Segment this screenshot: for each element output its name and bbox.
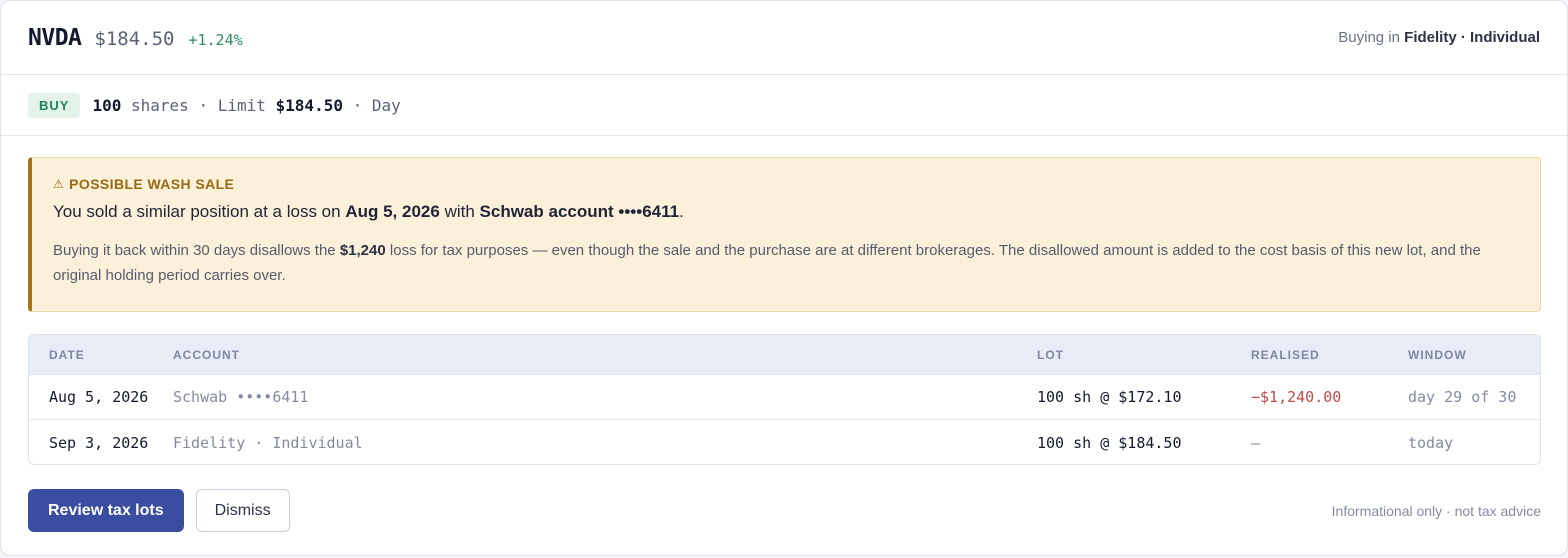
cell-date: Aug 5, 2026 xyxy=(49,388,149,406)
col-header-date: DATE xyxy=(49,347,85,362)
separator: · xyxy=(352,95,363,115)
col-header-window: WINDOW xyxy=(1408,347,1467,362)
col-header-account: ACCOUNT xyxy=(173,347,240,362)
price-change: +1.24% xyxy=(188,30,243,49)
warning-main-suffix: . xyxy=(679,202,684,221)
action-footer: Review tax lots Dismiss Informational on… xyxy=(28,489,1541,532)
table-header: DATE ACCOUNT LOT REALISED WINDOW xyxy=(29,335,1540,375)
table-row: Aug 5, 2026 Schwab ••••6411 100 sh @ $17… xyxy=(29,375,1540,420)
order-limit-label: Limit xyxy=(217,95,266,115)
buying-account-name: Fidelity · Individual xyxy=(1404,29,1540,46)
warning-title: ⚠ POSSIBLE WASH SALE xyxy=(53,176,1518,192)
lots-table: DATE ACCOUNT LOT REALISED WINDOW Aug 5, … xyxy=(28,334,1541,465)
order-qty-unit: shares xyxy=(131,95,189,115)
cell-window: today xyxy=(1408,433,1454,452)
separator: · xyxy=(198,95,209,115)
cell-realised: — xyxy=(1251,433,1261,452)
order-header: NVDA $184.50 +1.24% Buying in Fidelity ·… xyxy=(1,1,1567,75)
cell-lot: 100 sh @ $172.10 xyxy=(1037,388,1182,406)
cell-window: day 29 of 30 xyxy=(1408,388,1517,406)
warning-main-mid: with xyxy=(444,202,475,221)
order-qty: 100 xyxy=(92,95,122,115)
col-header-realised: REALISED xyxy=(1251,347,1320,362)
dismiss-button[interactable]: Dismiss xyxy=(195,489,290,532)
table-row: Sep 3, 2026 Fidelity · Individual 100 sh… xyxy=(29,420,1540,464)
disclaimer-text: Informational only · not tax advice xyxy=(1331,502,1541,519)
warning-triangle-icon: ⚠ xyxy=(53,177,65,191)
warning-detail: Buying it back within 30 days disallows … xyxy=(53,238,1518,288)
quote-price: $184.50 xyxy=(94,27,175,50)
buying-account: Buying in Fidelity · Individual xyxy=(1338,29,1540,46)
warning-sale-date: Aug 5, 2026 xyxy=(345,202,440,221)
cell-account: Fidelity · Individual xyxy=(173,433,363,452)
order-side-badge: BUY xyxy=(28,92,81,118)
order-summary: BUY 100 shares · Limit $184.50 · Day xyxy=(1,75,1567,136)
ticker-symbol: NVDA xyxy=(28,24,82,51)
warning-main-prefix: You sold a similar position at a loss on xyxy=(53,202,341,221)
review-tax-lots-button[interactable]: Review tax lots xyxy=(28,489,184,532)
warning-message: You sold a similar position at a loss on… xyxy=(53,202,1518,222)
wash-sale-card: NVDA $184.50 +1.24% Buying in Fidelity ·… xyxy=(0,0,1568,556)
quote-summary: NVDA $184.50 +1.24% xyxy=(28,25,243,51)
buying-prefix: Buying in xyxy=(1338,29,1400,46)
warning-detail-prefix: Buying it back within 30 days disallows … xyxy=(53,242,336,259)
disallowed-loss-amount: $1,240 xyxy=(339,242,386,259)
order-duration: Day xyxy=(371,95,401,115)
cell-date: Sep 3, 2026 xyxy=(49,433,149,452)
cell-account: Schwab ••••6411 xyxy=(173,388,309,406)
cell-realised: −$1,240.00 xyxy=(1251,388,1342,406)
warning-title-text: POSSIBLE WASH SALE xyxy=(69,176,235,192)
order-limit-price: $184.50 xyxy=(275,95,343,115)
col-header-lot: LOT xyxy=(1037,347,1064,362)
cell-lot: 100 sh @ $184.50 xyxy=(1037,433,1182,452)
order-details: 100 shares · Limit $184.50 · Day xyxy=(92,96,400,115)
warning-sale-account: Schwab account ••••6411 xyxy=(479,202,680,221)
wash-sale-warning: ⚠ POSSIBLE WASH SALE You sold a similar … xyxy=(28,157,1541,312)
